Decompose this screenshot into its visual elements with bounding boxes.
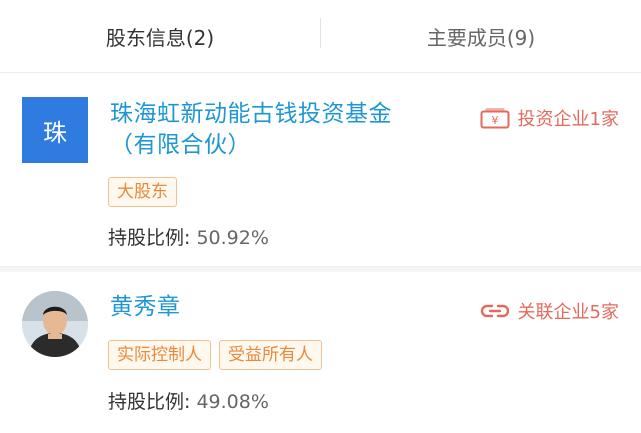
share-ratio: 持股比例: 50.92% — [108, 223, 269, 250]
invested-companies-link[interactable]: ¥ 投资企业1家 — [480, 105, 619, 131]
shareholder-card[interactable]: 黄秀章 关联企业5家 实际控制人 受益所有人 持股比例: 49.08% — [0, 272, 641, 433]
tag-list: 实际控制人 受益所有人 — [108, 340, 330, 370]
yuan-card-icon: ¥ — [480, 108, 510, 129]
tag-list: 大股东 — [108, 177, 185, 207]
related-companies-label: 关联企业5家 — [517, 302, 619, 323]
svg-text:¥: ¥ — [491, 114, 498, 127]
shareholder-name[interactable]: 珠海虹新动能古钱投资基金 （有限合伙） — [110, 99, 440, 161]
tab-main-members[interactable]: 主要成员(9) — [321, 0, 641, 72]
related-companies-link[interactable]: 关联企业5家 — [480, 298, 619, 324]
invested-companies-label: 投资企业1家 — [517, 109, 619, 130]
shareholder-name-line2: （有限合伙） — [110, 132, 251, 158]
share-ratio-value: 49.08% — [196, 391, 269, 413]
tag-actual-controller: 实际控制人 — [108, 340, 211, 370]
chain-link-icon — [480, 304, 509, 318]
share-ratio-value: 50.92% — [196, 227, 269, 249]
tab-shareholder-info[interactable]: 股东信息(2) — [0, 0, 320, 72]
shareholder-card[interactable]: 珠 珠海虹新动能古钱投资基金 （有限合伙） ¥ 投资企业1家 大股东 持股比例:… — [0, 73, 641, 266]
person-avatar — [22, 291, 88, 357]
company-avatar: 珠 — [22, 97, 88, 163]
tag-beneficial-owner: 受益所有人 — [219, 340, 322, 370]
shareholder-name-line1: 珠海虹新动能古钱投资基金 — [110, 101, 392, 127]
share-ratio-label: 持股比例: — [108, 227, 191, 249]
person-photo-icon — [22, 291, 88, 357]
share-ratio: 持股比例: 49.08% — [108, 387, 269, 414]
tab-bar: 股东信息(2) 主要成员(9) — [0, 0, 641, 73]
share-ratio-label: 持股比例: — [108, 391, 191, 413]
shareholder-name[interactable]: 黄秀章 — [110, 292, 181, 323]
tag-major-shareholder: 大股东 — [108, 177, 177, 207]
